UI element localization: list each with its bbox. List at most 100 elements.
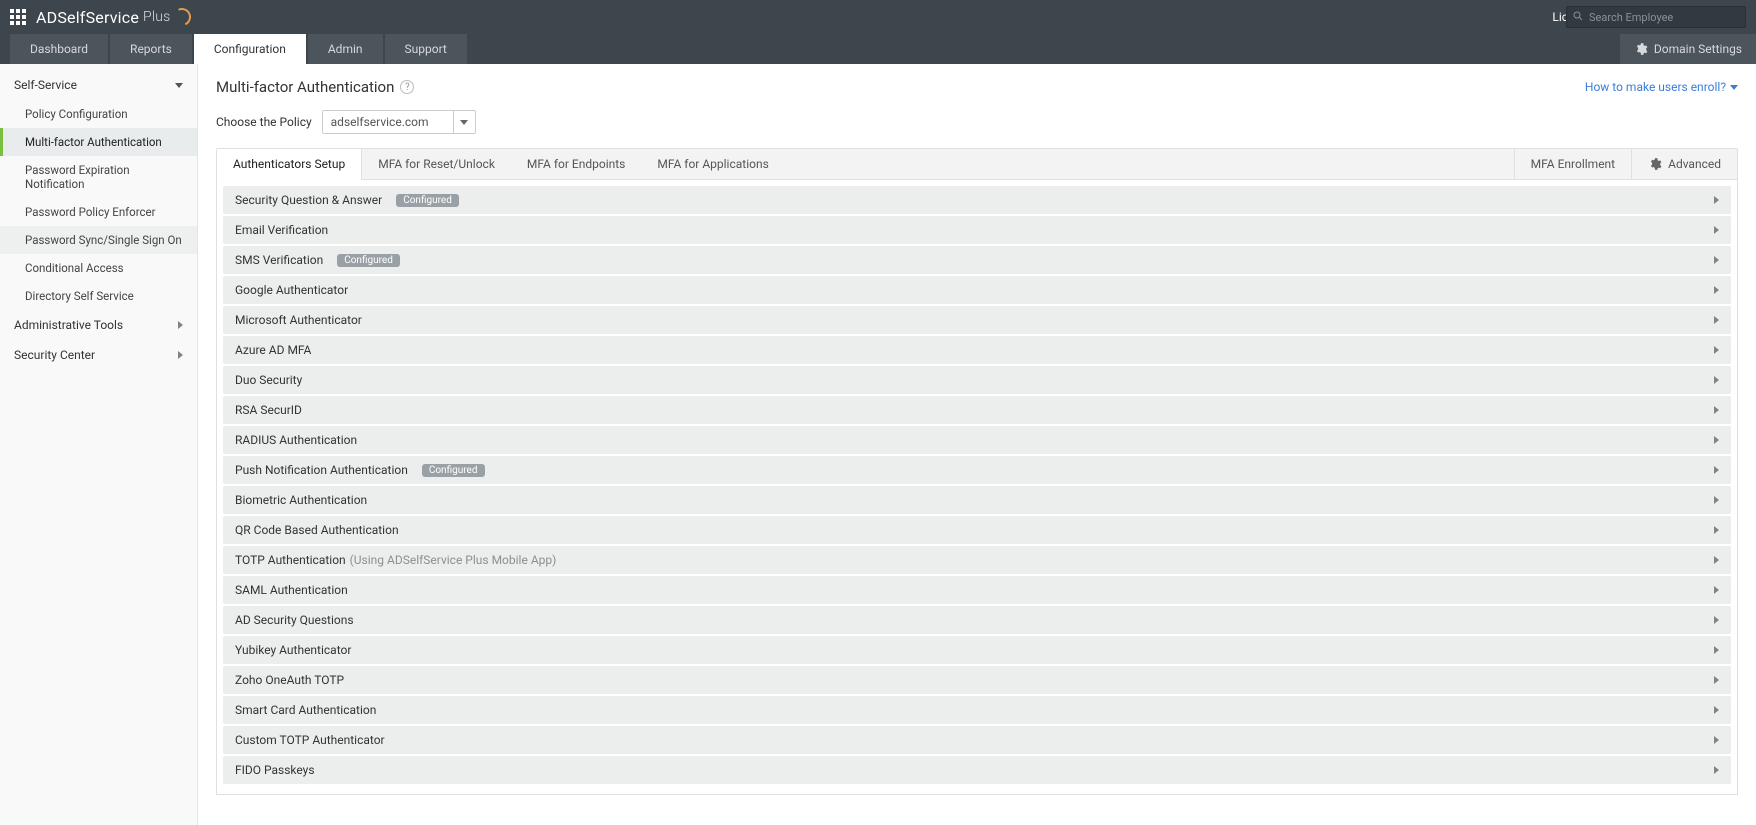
chevron-down-icon [460, 120, 468, 125]
policy-dropdown-toggle[interactable] [453, 111, 475, 133]
chevron-right-icon [1714, 736, 1719, 744]
sidebar: Self-Service Policy ConfigurationMulti-f… [0, 64, 198, 825]
policy-select[interactable] [322, 110, 476, 134]
domain-settings-button[interactable]: Domain Settings [1620, 34, 1756, 64]
page-title-text: Multi-factor Authentication [216, 78, 394, 96]
authenticator-name: TOTP Authentication [235, 553, 346, 567]
authenticator-row[interactable]: QR Code Based Authentication [223, 516, 1731, 544]
authenticator-row[interactable]: AD Security Questions [223, 606, 1731, 634]
configured-badge: Configured [396, 194, 459, 207]
sidebar-section-admin-tools[interactable]: Administrative Tools [0, 310, 197, 340]
apps-grid-icon[interactable] [10, 9, 26, 25]
authenticator-row[interactable]: Microsoft Authenticator [223, 306, 1731, 334]
chevron-right-icon [1714, 256, 1719, 264]
tab-dashboard[interactable]: Dashboard [10, 34, 108, 64]
authenticator-name: Duo Security [235, 373, 302, 387]
chevron-right-icon [178, 351, 183, 359]
chevron-right-icon [1714, 286, 1719, 294]
brand-logo: ADSelfService Plus [36, 8, 191, 27]
chevron-right-icon [1714, 406, 1719, 414]
chevron-down-icon [1730, 85, 1738, 90]
authenticator-row[interactable]: Google Authenticator [223, 276, 1731, 304]
policy-value[interactable] [323, 111, 453, 133]
chevron-right-icon [1714, 436, 1719, 444]
content-area: Multi-factor Authentication ? How to mak… [198, 64, 1756, 825]
authenticator-name: Custom TOTP Authenticator [235, 733, 385, 747]
authenticator-name: FIDO Passkeys [235, 763, 315, 777]
enroll-help-link[interactable]: How to make users enroll? [1585, 80, 1738, 94]
tab-mfa-applications[interactable]: MFA for Applications [641, 149, 784, 179]
authenticator-row[interactable]: Duo Security [223, 366, 1731, 394]
gear-icon [1648, 157, 1662, 171]
enroll-help-text: How to make users enroll? [1585, 80, 1726, 94]
chevron-right-icon [1714, 316, 1719, 324]
brand-suffix: Plus [143, 9, 170, 25]
tab-support[interactable]: Support [385, 34, 467, 64]
authenticator-row[interactable]: RADIUS Authentication [223, 426, 1731, 454]
sidebar-item-policy-configuration[interactable]: Policy Configuration [0, 100, 197, 128]
authenticator-row[interactable]: Smart Card Authentication [223, 696, 1731, 724]
authenticator-row[interactable]: Custom TOTP Authenticator [223, 726, 1731, 754]
help-icon[interactable]: ? [400, 80, 414, 94]
tab-configuration[interactable]: Configuration [194, 34, 306, 64]
authenticator-row[interactable]: FIDO Passkeys [223, 756, 1731, 784]
sidebar-item-password-expiration-notification[interactable]: Password Expiration Notification [0, 156, 197, 198]
chevron-right-icon [1714, 226, 1719, 234]
authenticator-name: Security Question & Answer [235, 193, 382, 207]
tab-reports[interactable]: Reports [110, 34, 192, 64]
page-title: Multi-factor Authentication ? [216, 78, 414, 96]
domain-settings-label: Domain Settings [1654, 42, 1742, 56]
authenticator-name: QR Code Based Authentication [235, 523, 399, 537]
authenticator-row[interactable]: SAML Authentication [223, 576, 1731, 604]
main-nav: Dashboard Reports Configuration Admin Su… [0, 34, 1756, 64]
policy-label: Choose the Policy [216, 115, 312, 129]
sidebar-item-multi-factor-authentication[interactable]: Multi-factor Authentication [0, 128, 197, 156]
authenticator-name: Azure AD MFA [235, 343, 311, 357]
authenticator-row[interactable]: RSA SecurID [223, 396, 1731, 424]
search-icon [1572, 10, 1584, 22]
authenticator-row[interactable]: Zoho OneAuth TOTP [223, 666, 1731, 694]
authenticator-row[interactable]: Azure AD MFA [223, 336, 1731, 364]
authenticator-row[interactable]: Email Verification [223, 216, 1731, 244]
brand-name: ADSelfService [36, 8, 139, 27]
authenticators-panel: Security Question & Answer Configured Emai… [216, 180, 1738, 795]
authenticator-name: Email Verification [235, 223, 328, 237]
tab-advanced-label: Advanced [1668, 157, 1721, 171]
sidebar-item-password-policy-enforcer[interactable]: Password Policy Enforcer [0, 198, 197, 226]
sidebar-section-label: Security Center [14, 348, 95, 362]
authenticator-row[interactable]: Security Question & Answer Configured [223, 186, 1731, 214]
authenticator-hint: (Using ADSelfService Plus Mobile App) [350, 553, 557, 567]
tab-admin[interactable]: Admin [308, 34, 383, 64]
chevron-right-icon [178, 321, 183, 329]
authenticator-name: RSA SecurID [235, 403, 302, 417]
sidebar-section-label: Self-Service [14, 78, 77, 92]
sidebar-item-password-sync-single-sign-on[interactable]: Password Sync/Single Sign On [0, 226, 197, 254]
chevron-right-icon [1714, 706, 1719, 714]
search-input[interactable] [1566, 6, 1746, 28]
chevron-right-icon [1714, 496, 1719, 504]
chevron-right-icon [1714, 586, 1719, 594]
sidebar-section-security-center[interactable]: Security Center [0, 340, 197, 370]
sidebar-section-label: Administrative Tools [14, 318, 123, 332]
authenticator-row[interactable]: Yubikey Authenticator [223, 636, 1731, 664]
tab-mfa-enrollment[interactable]: MFA Enrollment [1515, 149, 1631, 179]
chevron-right-icon [1714, 556, 1719, 564]
authenticator-row[interactable]: TOTP Authentication (Using ADSelfService… [223, 546, 1731, 574]
sidebar-item-conditional-access[interactable]: Conditional Access [0, 254, 197, 282]
tab-mfa-reset-unlock[interactable]: MFA for Reset/Unlock [362, 149, 511, 179]
sidebar-section-self-service[interactable]: Self-Service [0, 70, 197, 100]
sidebar-item-directory-self-service[interactable]: Directory Self Service [0, 282, 197, 310]
authenticator-row[interactable]: Push Notification AuthenticationConfigur… [223, 456, 1731, 484]
chevron-right-icon [1714, 376, 1719, 384]
chevron-right-icon [1714, 676, 1719, 684]
configured-badge: Configured [337, 254, 400, 267]
chevron-right-icon [1714, 346, 1719, 354]
chevron-down-icon [175, 83, 183, 88]
tab-authenticators-setup[interactable]: Authenticators Setup [217, 149, 362, 179]
authenticator-row[interactable]: Biometric Authentication [223, 486, 1731, 514]
authenticator-row[interactable]: SMS VerificationConfigured [223, 246, 1731, 274]
tab-mfa-endpoints[interactable]: MFA for Endpoints [511, 149, 641, 179]
tab-advanced[interactable]: Advanced [1632, 149, 1737, 179]
authenticator-name: Microsoft Authenticator [235, 313, 362, 327]
authenticator-name: Biometric Authentication [235, 493, 367, 507]
